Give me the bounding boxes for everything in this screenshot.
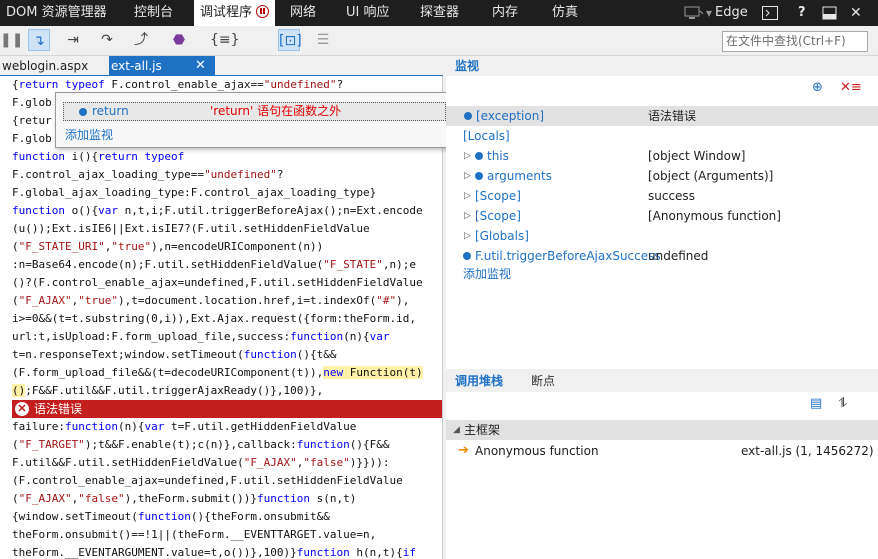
watch-row-arguments[interactable]: ▷ arguments [object (Arguments)] — [446, 166, 878, 186]
error-label: 语法错误 — [34, 402, 83, 416]
step-out-icon[interactable]: ⤴ — [130, 29, 152, 51]
stack-tabs: 调用堆栈 断点 — [446, 370, 878, 392]
tab-console[interactable]: 控制台 — [134, 0, 173, 26]
expand-arrow-icon[interactable]: ▷ — [464, 226, 471, 246]
console-toggle-icon[interactable] — [762, 6, 778, 20]
add-watch-row[interactable]: 添加监视 — [446, 264, 878, 284]
break-on-exception-icon[interactable]: ↴ — [28, 29, 50, 51]
collapse-arrow-icon[interactable]: ◢ — [453, 420, 460, 440]
expand-arrow-icon[interactable]: ▷ — [464, 146, 471, 166]
pause-icon[interactable]: ❚❚ — [0, 29, 23, 51]
document-mode-dropdown[interactable]: ▾ — [706, 0, 712, 26]
datatip-name: return — [92, 104, 129, 118]
current-frame-arrow-icon: ➔ — [458, 443, 469, 458]
top-bar: DOM 资源管理器 控制台 调试程序 网络 UI 响应 探查器 内存 仿真 ▾ … — [0, 0, 878, 26]
tab-dom-explorer[interactable]: DOM 资源管理器 — [6, 0, 107, 26]
watch-value: [Anonymous function] — [648, 209, 781, 223]
object-icon — [475, 152, 483, 160]
watch-value: undefined — [648, 249, 709, 263]
error-icon: ✕ — [15, 402, 29, 416]
watch-value: success — [648, 189, 695, 203]
expand-arrow-icon[interactable]: ▷ — [464, 166, 471, 186]
tab-debugger[interactable]: 调试程序 — [194, 0, 276, 26]
pretty-print-icon[interactable]: {≡} — [210, 29, 240, 51]
watch-value: [object Window] — [648, 149, 746, 163]
tab-breakpoints[interactable]: 断点 — [531, 370, 555, 392]
file-tab-ext-all-label: ext-all.js — [111, 59, 162, 73]
browser-engine-label[interactable]: Edge — [715, 0, 748, 26]
object-icon — [463, 252, 471, 260]
watch-header: 监视 — [455, 59, 480, 73]
async-frames-icon[interactable]: ⥮ — [838, 396, 847, 411]
datatip-value: 'return' 语句在函数之外 — [210, 104, 342, 118]
datatip-row[interactable]: return 'return' 语句在函数之外 — [63, 102, 446, 121]
watch-row-locals[interactable]: [Locals] — [446, 126, 878, 146]
step-into-icon[interactable]: ⇥ — [62, 29, 84, 51]
delete-all-watches-icon[interactable]: ✕≡ — [840, 80, 862, 95]
add-watch-icon[interactable]: ⊕ — [812, 80, 823, 95]
monitor-icon[interactable] — [684, 6, 704, 20]
object-icon — [79, 108, 87, 116]
exception-icon — [464, 112, 472, 120]
frame-location: ext-all.js (1, 1456272) — [741, 444, 874, 458]
object-icon — [475, 172, 483, 180]
watch-row-trigger[interactable]: F.util.triggerBeforeAjaxSuccess undefine… — [446, 246, 878, 266]
expand-arrow-icon[interactable]: ▷ — [464, 206, 471, 226]
step-over-icon[interactable]: ↷ — [96, 29, 118, 51]
file-tabs: weblogin.aspx ext-all.js ✕ — [0, 56, 443, 76]
tab-emulation[interactable]: 仿真 — [552, 0, 578, 26]
watch-row-globals[interactable]: ▷ [Globals] — [446, 226, 878, 246]
watch-name: [exception] — [476, 109, 545, 123]
help-icon[interactable]: ? — [798, 0, 806, 26]
datatip-add-watch-link[interactable]: 添加监视 — [65, 126, 113, 143]
close-icon[interactable]: ✕ — [850, 0, 862, 26]
watch-name: [Scope] — [475, 209, 521, 223]
call-stack-frame[interactable]: ➔ Anonymous function ext-all.js (1, 1456… — [446, 441, 878, 461]
pause-record-icon[interactable] — [256, 5, 270, 18]
datatip-popup: return 'return' 语句在函数之外 添加监视 — [55, 92, 459, 148]
syntax-error-marker: ✕ 语法错误 — [12, 400, 442, 418]
tab-ui-responsiveness[interactable]: UI 响应 — [346, 0, 389, 26]
close-tab-icon[interactable]: ✕ — [195, 56, 206, 76]
tab-profiler[interactable]: 探查器 — [420, 0, 459, 26]
watch-row-scope-2[interactable]: ▷ [Scope] [Anonymous function] — [446, 206, 878, 226]
group-label: 主框架 — [464, 423, 501, 437]
dock-icon[interactable] — [822, 6, 838, 20]
break-on-new-worker-icon[interactable]: ⬣ — [168, 29, 190, 51]
tab-network[interactable]: 网络 — [290, 0, 316, 26]
tab-debugger-label: 调试程序 — [200, 5, 253, 20]
watch-row-this[interactable]: ▷ this [object Window] — [446, 146, 878, 166]
watch-name: [Globals] — [475, 229, 529, 243]
call-stack-group[interactable]: ◢ 主框架 — [446, 420, 878, 440]
expand-arrow-icon[interactable]: ▷ — [464, 186, 471, 206]
watch-name: [Scope] — [475, 189, 521, 203]
watch-name: F.util.triggerBeforeAjaxSuccess — [475, 249, 661, 263]
watch-name: [Locals] — [463, 129, 510, 143]
add-watch-link[interactable]: 添加监视 — [463, 264, 511, 284]
watch-value: [object (Arguments)] — [648, 169, 774, 183]
right-pane: 监视 ⊕ ✕≡ [exception] 语法错误 [Locals] ▷ this… — [446, 56, 878, 559]
watch-row-exception[interactable]: [exception] 语法错误 — [446, 106, 878, 126]
call-stack-panel: ▤ ⥮ ◢ 主框架 ➔ Anonymous function ext-all.j… — [446, 392, 878, 559]
find-in-files-input[interactable]: 在文件中查找(Ctrl+F) — [722, 31, 868, 52]
frame-name: Anonymous function — [475, 444, 599, 458]
tab-memory[interactable]: 内存 — [492, 0, 518, 26]
show-code-icon[interactable]: ▤ — [810, 396, 822, 411]
watch-value: 语法错误 — [648, 109, 697, 123]
file-tab-weblogin[interactable]: weblogin.aspx — [0, 56, 108, 76]
watch-row-scope-1[interactable]: ▷ [Scope] success — [446, 186, 878, 206]
just-my-code-icon[interactable]: [⊡] — [278, 29, 302, 51]
file-tab-ext-all[interactable]: ext-all.js ✕ — [109, 56, 215, 76]
watch-name: this — [487, 149, 509, 163]
code-editor[interactable]: {return typeof F.control_enable_ajax=="u… — [0, 76, 442, 559]
tab-call-stack[interactable]: 调用堆栈 — [455, 370, 503, 392]
watch-panel: ⊕ ✕≡ [exception] 语法错误 [Locals] ▷ this [o… — [446, 76, 878, 369]
breakpoints-icon[interactable]: ☰ — [312, 29, 334, 51]
watch-name: arguments — [487, 169, 552, 183]
